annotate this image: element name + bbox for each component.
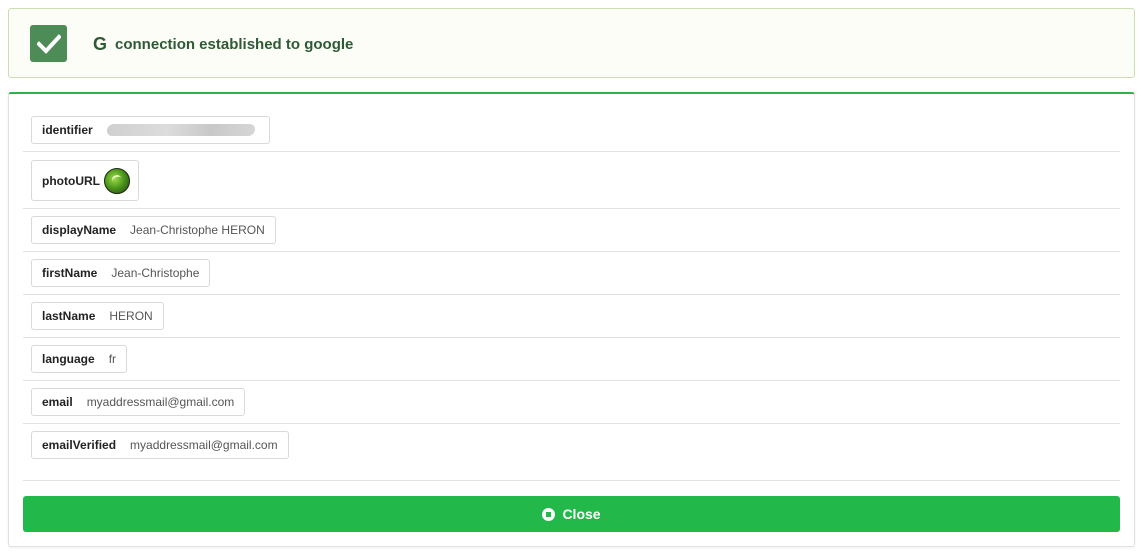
field-key: lastName (42, 309, 96, 323)
redacted-value (105, 124, 256, 136)
close-button-label: Close (562, 506, 601, 522)
field-chip-language: language fr (31, 345, 128, 373)
stop-circle-icon (542, 507, 556, 521)
profile-row-firstname: firstName Jean-Christophe (23, 252, 1120, 295)
field-value: Jean-Christophe (111, 266, 200, 280)
field-chip-displayname: displayName Jean-Christophe HERON (31, 216, 276, 244)
alert-message-row: G connection established to google (93, 33, 353, 55)
field-chip-email: email myaddressmail@gmail.com (31, 388, 246, 416)
profile-row-photourl: photoURL (23, 152, 1120, 209)
field-key: identifier (42, 123, 93, 137)
field-chip-emailverified: emailVerified myaddressmail@gmail.com (31, 431, 289, 459)
profile-row-email: email myaddressmail@gmail.com (23, 381, 1120, 424)
field-value: fr (108, 352, 117, 366)
field-chip-lastname: lastName HERON (31, 302, 164, 330)
field-key: photoURL (42, 173, 100, 188)
field-chip-identifier: identifier (31, 116, 270, 144)
close-button[interactable]: Close (23, 496, 1120, 532)
field-key: language (42, 352, 95, 366)
field-value: myaddressmail@gmail.com (130, 438, 278, 452)
alert-message: connection established to google (115, 35, 354, 53)
field-key: emailVerified (42, 438, 117, 452)
field-chip-photourl: photoURL (31, 160, 139, 201)
profile-panel: identifier photoURL displayName Jean-Chr… (8, 92, 1135, 547)
google-g-icon: G (93, 34, 108, 54)
success-alert: G connection established to google (8, 8, 1135, 78)
profile-row-emailverified: emailVerified myaddressmail@gmail.com (23, 424, 1120, 481)
field-key: firstName (42, 266, 98, 280)
profile-row-language: language fr (23, 338, 1120, 381)
profile-row-identifier: identifier (23, 108, 1120, 152)
field-value: HERON (109, 309, 153, 323)
field-key: email (42, 395, 73, 409)
field-value: Jean-Christophe HERON (130, 223, 265, 237)
check-icon (30, 25, 67, 62)
field-key: displayName (42, 223, 117, 237)
profile-row-lastname: lastName HERON (23, 295, 1120, 338)
avatar (103, 167, 130, 194)
field-value: myaddressmail@gmail.com (86, 395, 235, 409)
profile-row-displayname: displayName Jean-Christophe HERON (23, 209, 1120, 252)
field-chip-firstname: firstName Jean-Christophe (31, 259, 211, 287)
